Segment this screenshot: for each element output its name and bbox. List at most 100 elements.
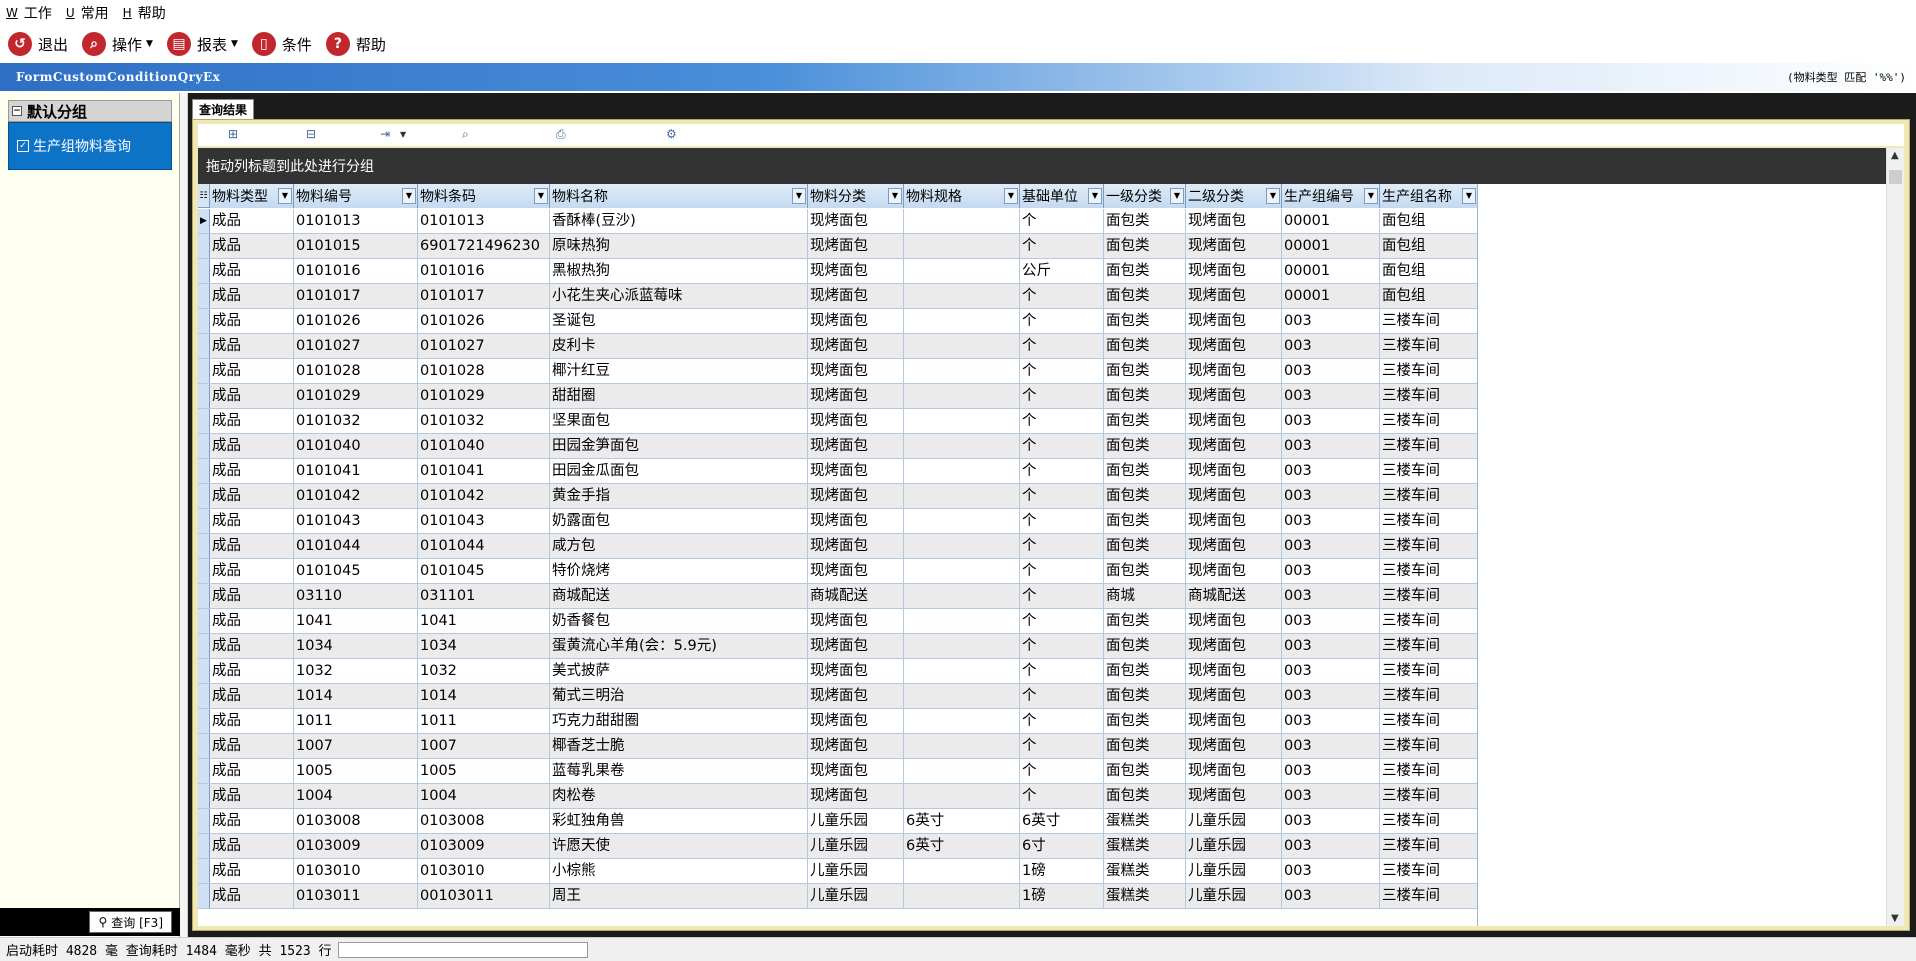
table-cell[interactable]: 003 xyxy=(1282,484,1380,509)
table-cell[interactable]: 现烤面包 xyxy=(1186,309,1282,334)
table-cell[interactable]: 成品 xyxy=(210,509,294,534)
filter-dropdown-icon[interactable]: ▼ xyxy=(1462,188,1476,204)
table-cell[interactable]: 三楼车间 xyxy=(1380,434,1477,459)
table-cell[interactable]: 00001 xyxy=(1282,234,1380,259)
table-cell[interactable]: 1磅 xyxy=(1020,859,1104,884)
table-cell[interactable]: 奶香餐包 xyxy=(550,609,808,634)
table-cell[interactable]: 003 xyxy=(1282,834,1380,859)
table-cell[interactable]: 三楼车间 xyxy=(1380,384,1477,409)
table-cell[interactable]: 现烤面包 xyxy=(1186,209,1282,234)
table-cell[interactable]: 现烤面包 xyxy=(808,259,904,284)
row-indicator[interactable] xyxy=(198,684,210,708)
table-cell[interactable]: 0101016 xyxy=(418,259,550,284)
table-cell[interactable]: 个 xyxy=(1020,484,1104,509)
filter-dropdown-icon[interactable]: ▼ xyxy=(1170,188,1184,204)
table-cell[interactable]: 个 xyxy=(1020,209,1104,234)
table-cell[interactable]: 个 xyxy=(1020,709,1104,734)
table-cell[interactable]: 现烤面包 xyxy=(1186,459,1282,484)
table-cell[interactable]: 三楼车间 xyxy=(1380,859,1477,884)
table-cell[interactable]: 现烤面包 xyxy=(808,284,904,309)
table-cell[interactable]: 现烤面包 xyxy=(1186,659,1282,684)
table-cell[interactable]: 现烤面包 xyxy=(1186,259,1282,284)
table-cell[interactable]: 003 xyxy=(1282,509,1380,534)
table-row[interactable]: 成品 0101032 0101032 坚果面包 现烤面包个面包类 现烤面包 003 三楼车间 xyxy=(198,409,1477,434)
column-header[interactable]: 物料类型 ▼ xyxy=(210,184,294,208)
row-indicator[interactable] xyxy=(198,659,210,683)
table-cell[interactable]: 个 xyxy=(1020,234,1104,259)
table-cell[interactable]: 003 xyxy=(1282,709,1380,734)
table-cell[interactable]: 现烤面包 xyxy=(1186,759,1282,784)
table-cell[interactable]: 小花生夹心派蓝莓味 xyxy=(550,284,808,309)
expand-all-icon[interactable]: ⊞ xyxy=(228,127,238,141)
table-cell[interactable] xyxy=(904,609,1020,634)
table-cell[interactable]: 蛋糕类 xyxy=(1104,884,1186,909)
table-row[interactable]: 成品 1041 1041 奶香餐包 现烤面包个面包类 现烤面包 003 三楼车间 xyxy=(198,609,1477,634)
exit-button[interactable]: ↺ 退出 xyxy=(8,32,68,56)
table-cell[interactable]: 面包类 xyxy=(1104,484,1186,509)
table-cell[interactable]: 个 xyxy=(1020,459,1104,484)
report-button[interactable]: ▤ 报表 ▼ xyxy=(166,32,238,56)
table-cell[interactable]: 椰香芝士脆 xyxy=(550,734,808,759)
table-cell[interactable]: 三楼车间 xyxy=(1380,809,1477,834)
table-cell[interactable]: 商城配送 xyxy=(1186,584,1282,609)
table-cell[interactable]: 甜甜圈 xyxy=(550,384,808,409)
table-cell[interactable]: 003 xyxy=(1282,384,1380,409)
row-indicator[interactable] xyxy=(198,509,210,533)
row-indicator[interactable] xyxy=(198,409,210,433)
table-cell[interactable] xyxy=(904,634,1020,659)
table-cell[interactable]: 蛋黄流心羊角(会：5.9元) xyxy=(550,634,808,659)
table-cell[interactable] xyxy=(904,209,1020,234)
table-cell[interactable]: 成品 xyxy=(210,584,294,609)
table-cell[interactable]: 00001 xyxy=(1282,209,1380,234)
table-cell[interactable]: 三楼车间 xyxy=(1380,584,1477,609)
table-cell[interactable]: 面包组 xyxy=(1380,259,1477,284)
table-cell[interactable]: 成品 xyxy=(210,209,294,234)
table-cell[interactable]: 6英寸 xyxy=(904,809,1020,834)
table-cell[interactable]: 6英寸 xyxy=(1020,809,1104,834)
table-cell[interactable]: 003 xyxy=(1282,734,1380,759)
table-cell[interactable]: 1014 xyxy=(418,684,550,709)
table-cell[interactable]: 003 xyxy=(1282,759,1380,784)
table-cell[interactable]: 个 xyxy=(1020,334,1104,359)
table-cell[interactable] xyxy=(904,784,1020,809)
table-cell[interactable]: 三楼车间 xyxy=(1380,359,1477,384)
table-cell[interactable]: 田园金笋面包 xyxy=(550,434,808,459)
table-cell[interactable]: 003 xyxy=(1282,534,1380,559)
table-cell[interactable]: 1004 xyxy=(294,784,418,809)
menu-work[interactable]: W 工作 xyxy=(6,3,52,23)
table-cell[interactable] xyxy=(904,309,1020,334)
table-cell[interactable]: 现烤面包 xyxy=(1186,534,1282,559)
table-row[interactable]: 成品 0101028 0101028 椰汁红豆 现烤面包个面包类 现烤面包 003 三楼车间 xyxy=(198,359,1477,384)
table-cell[interactable]: 00103011 xyxy=(418,884,550,909)
table-cell[interactable]: 现烤面包 xyxy=(808,434,904,459)
table-cell[interactable]: 1041 xyxy=(418,609,550,634)
group-by-panel[interactable]: 拖动列标题到此处进行分组 xyxy=(198,148,1886,184)
chevron-down-icon[interactable]: ▼ xyxy=(400,130,406,139)
table-cell[interactable]: 现烤面包 xyxy=(1186,484,1282,509)
table-row[interactable]: 成品 0101016 0101016 黑椒热狗 现烤面包 公斤 面包类 现烤面包 00001 面包… xyxy=(198,259,1477,284)
filter-dropdown-icon[interactable]: ▼ xyxy=(278,188,292,204)
table-cell[interactable]: 面包类 xyxy=(1104,734,1186,759)
table-cell[interactable]: 现烤面包 xyxy=(808,509,904,534)
table-cell[interactable]: 商城 xyxy=(1104,584,1186,609)
row-indicator[interactable] xyxy=(198,759,210,783)
current-row-indicator-icon[interactable]: ▶ xyxy=(198,209,210,233)
table-cell[interactable]: 1005 xyxy=(294,759,418,784)
table-cell[interactable]: 个 xyxy=(1020,409,1104,434)
table-cell[interactable]: 6寸 xyxy=(1020,834,1104,859)
table-cell[interactable]: 面包类 xyxy=(1104,409,1186,434)
table-cell[interactable]: 现烤面包 xyxy=(1186,359,1282,384)
table-cell[interactable]: 1磅 xyxy=(1020,884,1104,909)
table-cell[interactable]: 面包类 xyxy=(1104,784,1186,809)
filter-dropdown-icon[interactable]: ▼ xyxy=(1004,188,1018,204)
table-cell[interactable]: 现烤面包 xyxy=(1186,559,1282,584)
table-cell[interactable]: 003 xyxy=(1282,684,1380,709)
table-cell[interactable]: 彩虹独角兽 xyxy=(550,809,808,834)
table-cell[interactable]: 6英寸 xyxy=(904,834,1020,859)
column-header[interactable]: 基础单位 ▼ xyxy=(1020,184,1104,208)
table-cell[interactable]: 圣诞包 xyxy=(550,309,808,334)
table-cell[interactable]: 面包类 xyxy=(1104,434,1186,459)
table-cell[interactable]: 个 xyxy=(1020,659,1104,684)
row-indicator[interactable] xyxy=(198,309,210,333)
table-cell[interactable]: 0103008 xyxy=(418,809,550,834)
